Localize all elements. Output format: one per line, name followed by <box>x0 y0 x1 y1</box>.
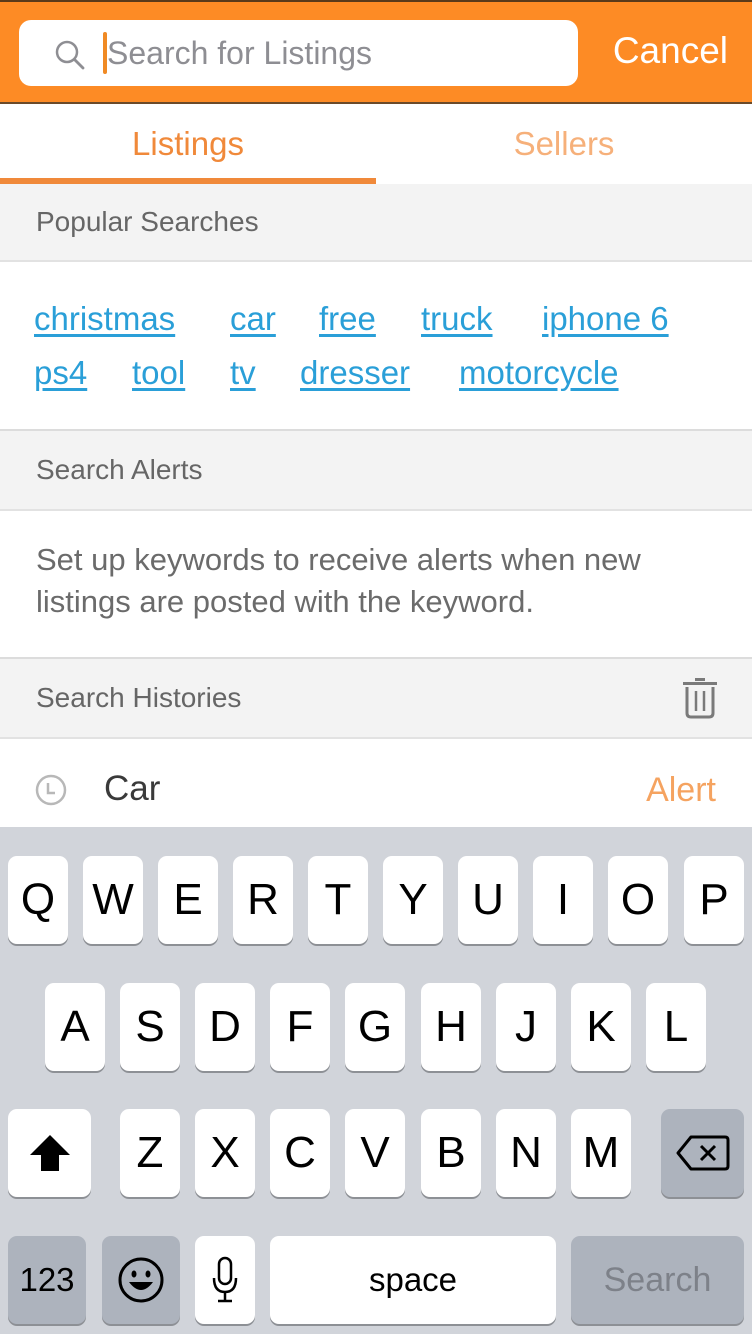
key-e[interactable]: E <box>158 856 218 944</box>
key-q[interactable]: Q <box>8 856 68 944</box>
key-j[interactable]: J <box>496 983 556 1071</box>
popular-tag-truck[interactable]: truck <box>421 300 493 338</box>
numbers-key[interactable]: 123 <box>8 1236 86 1324</box>
key-o[interactable]: O <box>608 856 668 944</box>
emoji-key[interactable] <box>102 1236 180 1324</box>
popular-searches-header: Popular Searches <box>0 184 752 262</box>
search-histories-header: Search Histories <box>0 659 752 739</box>
shift-key[interactable] <box>8 1109 91 1197</box>
key-d[interactable]: D <box>195 983 255 1071</box>
search-histories-title: Search Histories <box>36 682 242 713</box>
key-x[interactable]: X <box>195 1109 255 1197</box>
search-icon <box>55 40 85 70</box>
key-n[interactable]: N <box>496 1109 556 1197</box>
keyboard: Q W E R T Y U I O P A S D F G H J K L Z … <box>0 827 752 1334</box>
emoji-icon <box>118 1257 164 1303</box>
key-c[interactable]: C <box>270 1109 330 1197</box>
tab-listings[interactable]: Listings <box>0 104 376 184</box>
trash-icon[interactable] <box>682 677 718 719</box>
key-l[interactable]: L <box>646 983 706 1071</box>
shift-icon <box>29 1135 70 1171</box>
popular-tag-iphone-6[interactable]: iphone 6 <box>542 300 669 338</box>
key-i[interactable]: I <box>533 856 593 944</box>
popular-searches-title: Popular Searches <box>36 206 259 237</box>
search-alerts-title: Search Alerts <box>36 454 203 485</box>
backspace-icon <box>676 1135 729 1171</box>
popular-tag-dresser[interactable]: dresser <box>300 354 410 392</box>
search-alerts-description: Set up keywords to receive alerts when n… <box>36 542 641 619</box>
key-h[interactable]: H <box>421 983 481 1071</box>
key-g[interactable]: G <box>345 983 405 1071</box>
key-z[interactable]: Z <box>120 1109 180 1197</box>
search-field[interactable] <box>19 20 578 86</box>
key-y[interactable]: Y <box>383 856 443 944</box>
popular-tag-christmas[interactable]: christmas <box>34 300 175 338</box>
popular-tag-motorcycle[interactable]: motorcycle <box>459 354 619 392</box>
key-s[interactable]: S <box>120 983 180 1071</box>
popular-tag-ps4[interactable]: ps4 <box>34 354 87 392</box>
tab-bar: Listings Sellers <box>0 104 752 186</box>
history-item[interactable]: Car Alert <box>0 739 752 827</box>
key-u[interactable]: U <box>458 856 518 944</box>
key-a[interactable]: A <box>45 983 105 1071</box>
search-alerts-body: Set up keywords to receive alerts when n… <box>0 511 752 659</box>
search-alerts-header: Search Alerts <box>0 431 752 511</box>
cancel-button[interactable]: Cancel <box>613 30 728 72</box>
search-return-key[interactable]: Search <box>571 1236 744 1324</box>
search-input[interactable] <box>107 28 567 78</box>
key-v[interactable]: V <box>345 1109 405 1197</box>
tab-sellers[interactable]: Sellers <box>376 104 752 184</box>
space-key[interactable]: space <box>270 1236 556 1324</box>
popular-tag-free[interactable]: free <box>319 300 376 338</box>
key-w[interactable]: W <box>83 856 143 944</box>
search-header: Cancel <box>0 0 752 104</box>
popular-tag-tv[interactable]: tv <box>230 354 256 392</box>
history-term[interactable]: Car <box>104 769 160 809</box>
dictation-key[interactable] <box>195 1236 255 1324</box>
key-m[interactable]: M <box>571 1109 631 1197</box>
popular-tag-tool[interactable]: tool <box>132 354 185 392</box>
key-r[interactable]: R <box>233 856 293 944</box>
clock-icon <box>35 774 67 806</box>
delete-key[interactable] <box>661 1109 744 1197</box>
microphone-icon <box>212 1256 238 1303</box>
key-t[interactable]: T <box>308 856 368 944</box>
key-f[interactable]: F <box>270 983 330 1071</box>
popular-searches-list: christmas car free truck iphone 6 ps4 to… <box>0 262 752 431</box>
key-k[interactable]: K <box>571 983 631 1071</box>
key-p[interactable]: P <box>684 856 744 944</box>
key-b[interactable]: B <box>421 1109 481 1197</box>
popular-tag-car[interactable]: car <box>230 300 276 338</box>
history-alert-button[interactable]: Alert <box>646 771 716 810</box>
